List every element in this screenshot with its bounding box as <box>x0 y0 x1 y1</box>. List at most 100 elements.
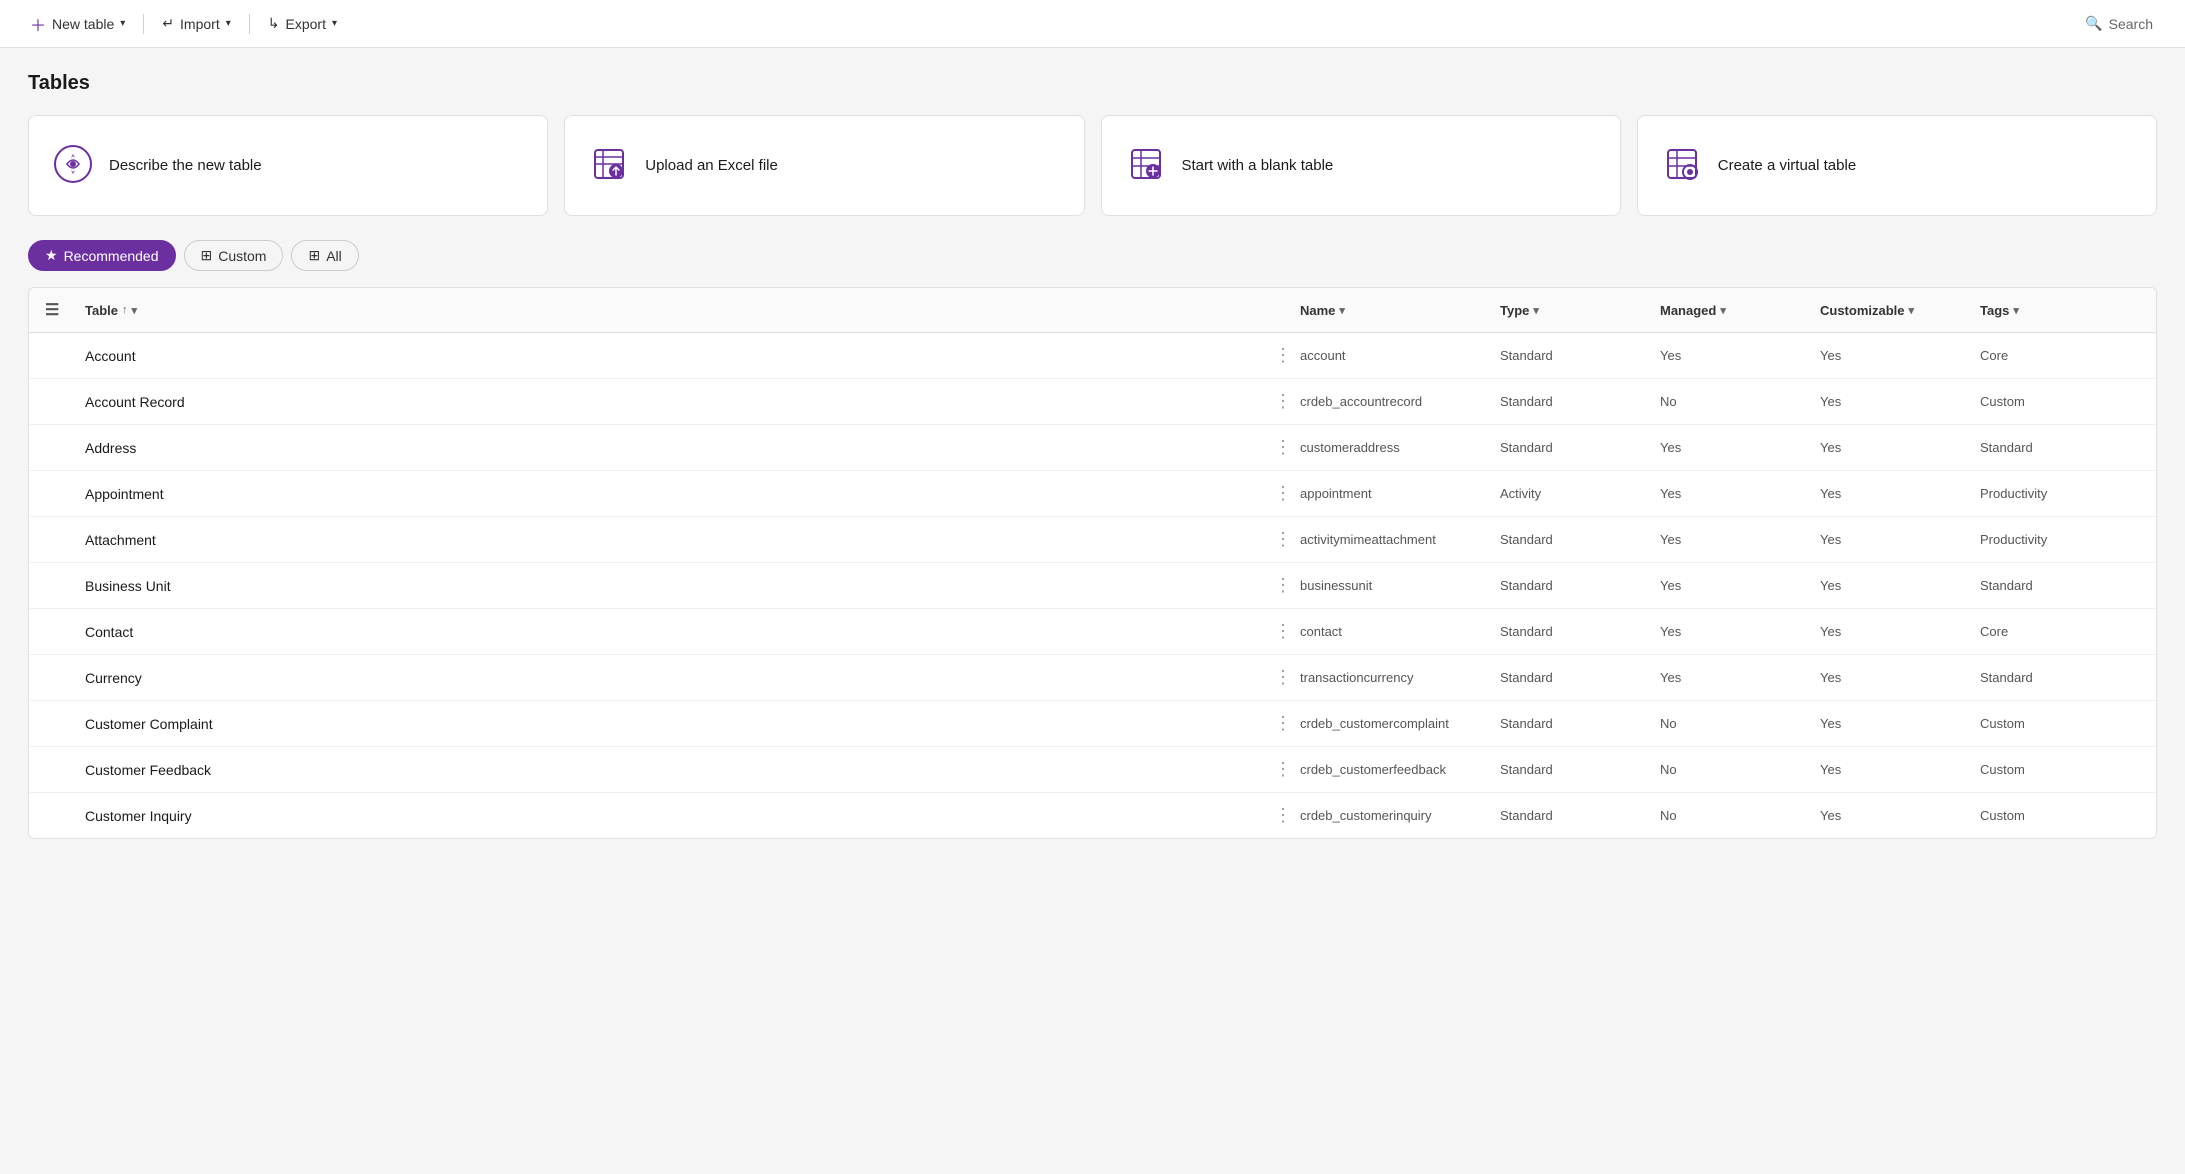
filter-btn-all[interactable]: ⊞ All <box>291 240 358 271</box>
table-row[interactable]: Business Unit ⋮ businessunit Standard Ye… <box>29 563 2156 609</box>
row-table-name-1: Account Record <box>85 394 185 410</box>
col-type[interactable]: Type ▾ <box>1500 303 1660 318</box>
row-customizable-3: Yes <box>1820 486 1980 501</box>
col-managed[interactable]: Managed ▾ <box>1660 303 1820 318</box>
row-more-options-7[interactable]: ⋮ <box>1274 667 1300 688</box>
row-table-name-cell-10: Customer Inquiry ⋮ <box>85 805 1300 826</box>
row-type-10: Standard <box>1500 808 1660 823</box>
search-area[interactable]: 🔍 Search <box>2073 9 2165 38</box>
row-managed-6: Yes <box>1660 624 1820 639</box>
card-describe[interactable]: Describe the new table <box>28 115 548 216</box>
row-managed-8: No <box>1660 716 1820 731</box>
table-row[interactable]: Account ⋮ account Standard Yes Yes Core <box>29 333 2156 379</box>
filter-btn-recommended[interactable]: ★ Recommended <box>28 240 176 271</box>
col-table[interactable]: Table ↑ ▾ <box>85 303 1300 318</box>
row-table-name-cell-8: Customer Complaint ⋮ <box>85 713 1300 734</box>
row-table-name-10: Customer Inquiry <box>85 808 192 824</box>
import-label: Import <box>180 16 220 32</box>
row-table-name-0: Account <box>85 348 136 364</box>
row-table-name-5: Business Unit <box>85 578 171 594</box>
row-more-options-8[interactable]: ⋮ <box>1274 713 1300 734</box>
row-type-3: Activity <box>1500 486 1660 501</box>
row-table-name-cell-9: Customer Feedback ⋮ <box>85 759 1300 780</box>
row-type-5: Standard <box>1500 578 1660 593</box>
row-name-1: crdeb_accountrecord <box>1300 394 1500 409</box>
filter-label-recommended: Recommended <box>64 248 159 264</box>
row-tags-0: Core <box>1980 348 2140 363</box>
table-row[interactable]: Customer Inquiry ⋮ crdeb_customerinquiry… <box>29 793 2156 838</box>
row-more-options-0[interactable]: ⋮ <box>1274 345 1300 366</box>
export-label: Export <box>286 16 326 32</box>
card-label-virtual: Create a virtual table <box>1718 157 1856 174</box>
cards-row: Describe the new table Upload an Excel f… <box>28 115 2157 216</box>
row-more-options-9[interactable]: ⋮ <box>1274 759 1300 780</box>
table-row[interactable]: Address ⋮ customeraddress Standard Yes Y… <box>29 425 2156 471</box>
row-name-10: crdeb_customerinquiry <box>1300 808 1500 823</box>
row-more-options-5[interactable]: ⋮ <box>1274 575 1300 596</box>
table-row[interactable]: Attachment ⋮ activitymimeattachment Stan… <box>29 517 2156 563</box>
chevron-down-icon-import: ▾ <box>226 18 231 29</box>
row-more-options-4[interactable]: ⋮ <box>1274 529 1300 550</box>
col-name-label: Name <box>1300 303 1335 318</box>
row-customizable-6: Yes <box>1820 624 1980 639</box>
new-table-button[interactable]: ＋ New table ▾ <box>20 6 135 42</box>
row-type-7: Standard <box>1500 670 1660 685</box>
row-table-name-6: Contact <box>85 624 133 640</box>
table-header: ☰ Table ↑ ▾ Name ▾ Type ▾ Managed ▾ Cust… <box>29 288 2156 333</box>
row-table-name-cell-6: Contact ⋮ <box>85 621 1300 642</box>
row-more-options-3[interactable]: ⋮ <box>1274 483 1300 504</box>
row-type-6: Standard <box>1500 624 1660 639</box>
filter-row: ★ Recommended ⊞ Custom⊞ All <box>28 240 2157 271</box>
row-table-name-7: Currency <box>85 670 142 686</box>
row-customizable-10: Yes <box>1820 808 1980 823</box>
row-more-options-2[interactable]: ⋮ <box>1274 437 1300 458</box>
filter-btn-custom[interactable]: ⊞ Custom <box>184 240 284 271</box>
row-tags-2: Standard <box>1980 440 2140 455</box>
import-button[interactable]: ↵ Import ▾ <box>152 9 240 38</box>
col-customizable[interactable]: Customizable ▾ <box>1820 303 1980 318</box>
table-row[interactable]: Appointment ⋮ appointment Activity Yes Y… <box>29 471 2156 517</box>
filter-label-all: All <box>326 248 342 264</box>
row-customizable-5: Yes <box>1820 578 1980 593</box>
row-name-4: activitymimeattachment <box>1300 532 1500 547</box>
col-tags-label: Tags <box>1980 303 2009 318</box>
row-tags-5: Standard <box>1980 578 2140 593</box>
row-managed-3: Yes <box>1660 486 1820 501</box>
col-tags[interactable]: Tags ▾ <box>1980 303 2140 318</box>
row-table-name-9: Customer Feedback <box>85 762 211 778</box>
table-row[interactable]: Customer Complaint ⋮ crdeb_customercompl… <box>29 701 2156 747</box>
table-row[interactable]: Account Record ⋮ crdeb_accountrecord Sta… <box>29 379 2156 425</box>
row-type-1: Standard <box>1500 394 1660 409</box>
excel-icon <box>589 144 629 187</box>
export-button[interactable]: ↳ Export ▾ <box>258 9 347 38</box>
card-upload[interactable]: Upload an Excel file <box>564 115 1084 216</box>
row-customizable-1: Yes <box>1820 394 1980 409</box>
row-managed-0: Yes <box>1660 348 1820 363</box>
row-more-options-10[interactable]: ⋮ <box>1274 805 1300 826</box>
card-blank[interactable]: Start with a blank table <box>1101 115 1621 216</box>
row-table-name-3: Appointment <box>85 486 164 502</box>
row-type-8: Standard <box>1500 716 1660 731</box>
row-more-options-6[interactable]: ⋮ <box>1274 621 1300 642</box>
table-row[interactable]: Contact ⋮ contact Standard Yes Yes Core <box>29 609 2156 655</box>
list-view-icon[interactable]: ☰ <box>45 300 85 320</box>
col-name[interactable]: Name ▾ <box>1300 303 1500 318</box>
row-customizable-2: Yes <box>1820 440 1980 455</box>
divider-1 <box>143 14 144 34</box>
row-customizable-9: Yes <box>1820 762 1980 777</box>
row-customizable-7: Yes <box>1820 670 1980 685</box>
row-managed-4: Yes <box>1660 532 1820 547</box>
chevron-col-name: ▾ <box>1339 304 1345 317</box>
chevron-down-icon: ▾ <box>120 18 125 29</box>
table-row[interactable]: Currency ⋮ transactioncurrency Standard … <box>29 655 2156 701</box>
card-label-describe: Describe the new table <box>109 157 262 174</box>
row-table-name-cell-4: Attachment ⋮ <box>85 529 1300 550</box>
table-row[interactable]: Customer Feedback ⋮ crdeb_customerfeedba… <box>29 747 2156 793</box>
chevron-col-type: ▾ <box>1533 304 1539 317</box>
row-more-options-1[interactable]: ⋮ <box>1274 391 1300 412</box>
virtual-icon <box>1662 144 1702 187</box>
row-name-8: crdeb_customercomplaint <box>1300 716 1500 731</box>
card-virtual[interactable]: Create a virtual table <box>1637 115 2157 216</box>
row-name-5: businessunit <box>1300 578 1500 593</box>
row-name-3: appointment <box>1300 486 1500 501</box>
